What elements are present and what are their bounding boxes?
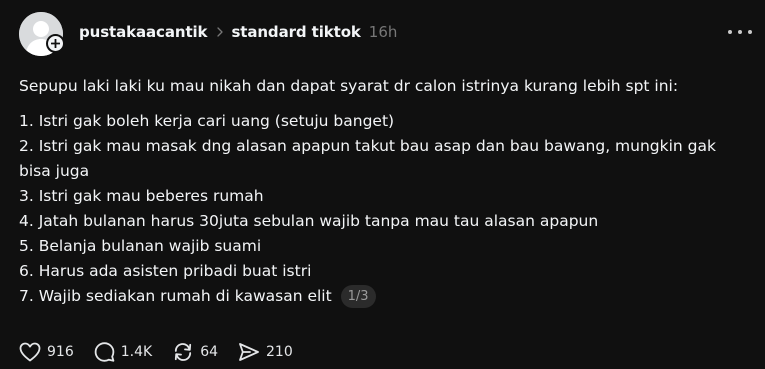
username-link[interactable]: pustakaacantik <box>79 23 208 41</box>
list-item: 3. Istri gak mau beberes rumah <box>19 187 264 205</box>
repost-button[interactable]: 64 <box>172 342 218 362</box>
heart-icon <box>19 342 41 362</box>
comment-button[interactable]: 1.4K <box>94 342 152 362</box>
post-header: pustakaacantik standard tiktok 16h <box>79 21 397 43</box>
chevron-right-icon <box>217 27 224 37</box>
list-item: 6. Harus ada asisten pribadi buat istri <box>19 262 312 280</box>
list-item: 2. Istri gak mau masak dng alasan apapun… <box>19 137 716 180</box>
list-item: 5. Belanja bulanan wajib suami <box>19 237 262 255</box>
comment-count: 1.4K <box>120 344 153 360</box>
more-options-button[interactable] <box>728 22 752 42</box>
post-time: 16h <box>368 23 398 41</box>
post-body: Sepupu laki laki ku mau nikah dan dapat … <box>19 74 749 309</box>
list-item: 4. Jatah bulanan harus 30juta sebulan wa… <box>19 212 599 230</box>
repost-count: 64 <box>200 344 219 360</box>
page-indicator: 1/3 <box>340 285 376 308</box>
plus-icon <box>51 39 60 48</box>
action-bar: 916 1.4K 64 210 <box>19 341 313 363</box>
list-item-text: 7. Wajib sediakan rumah di kawasan elit <box>19 287 332 305</box>
like-count: 916 <box>47 344 74 360</box>
post-intro: Sepupu laki laki ku mau nikah dan dapat … <box>19 77 679 95</box>
topic-link[interactable]: standard tiktok <box>231 23 360 41</box>
comment-icon <box>94 342 115 362</box>
repost-icon <box>175 343 192 361</box>
list-item-last: 7. Wajib sediakan rumah di kawasan elit … <box>19 284 749 309</box>
share-icon <box>239 343 259 361</box>
post: pustakaacantik standard tiktok 16h Sepup… <box>0 0 765 369</box>
share-count: 210 <box>266 344 293 360</box>
follow-button[interactable] <box>46 34 65 53</box>
like-button[interactable]: 916 <box>19 342 74 362</box>
list-item: 1. Istri gak boleh kerja cari uang (setu… <box>19 112 395 130</box>
share-button[interactable]: 210 <box>238 342 293 362</box>
more-dots-icon <box>728 30 732 34</box>
